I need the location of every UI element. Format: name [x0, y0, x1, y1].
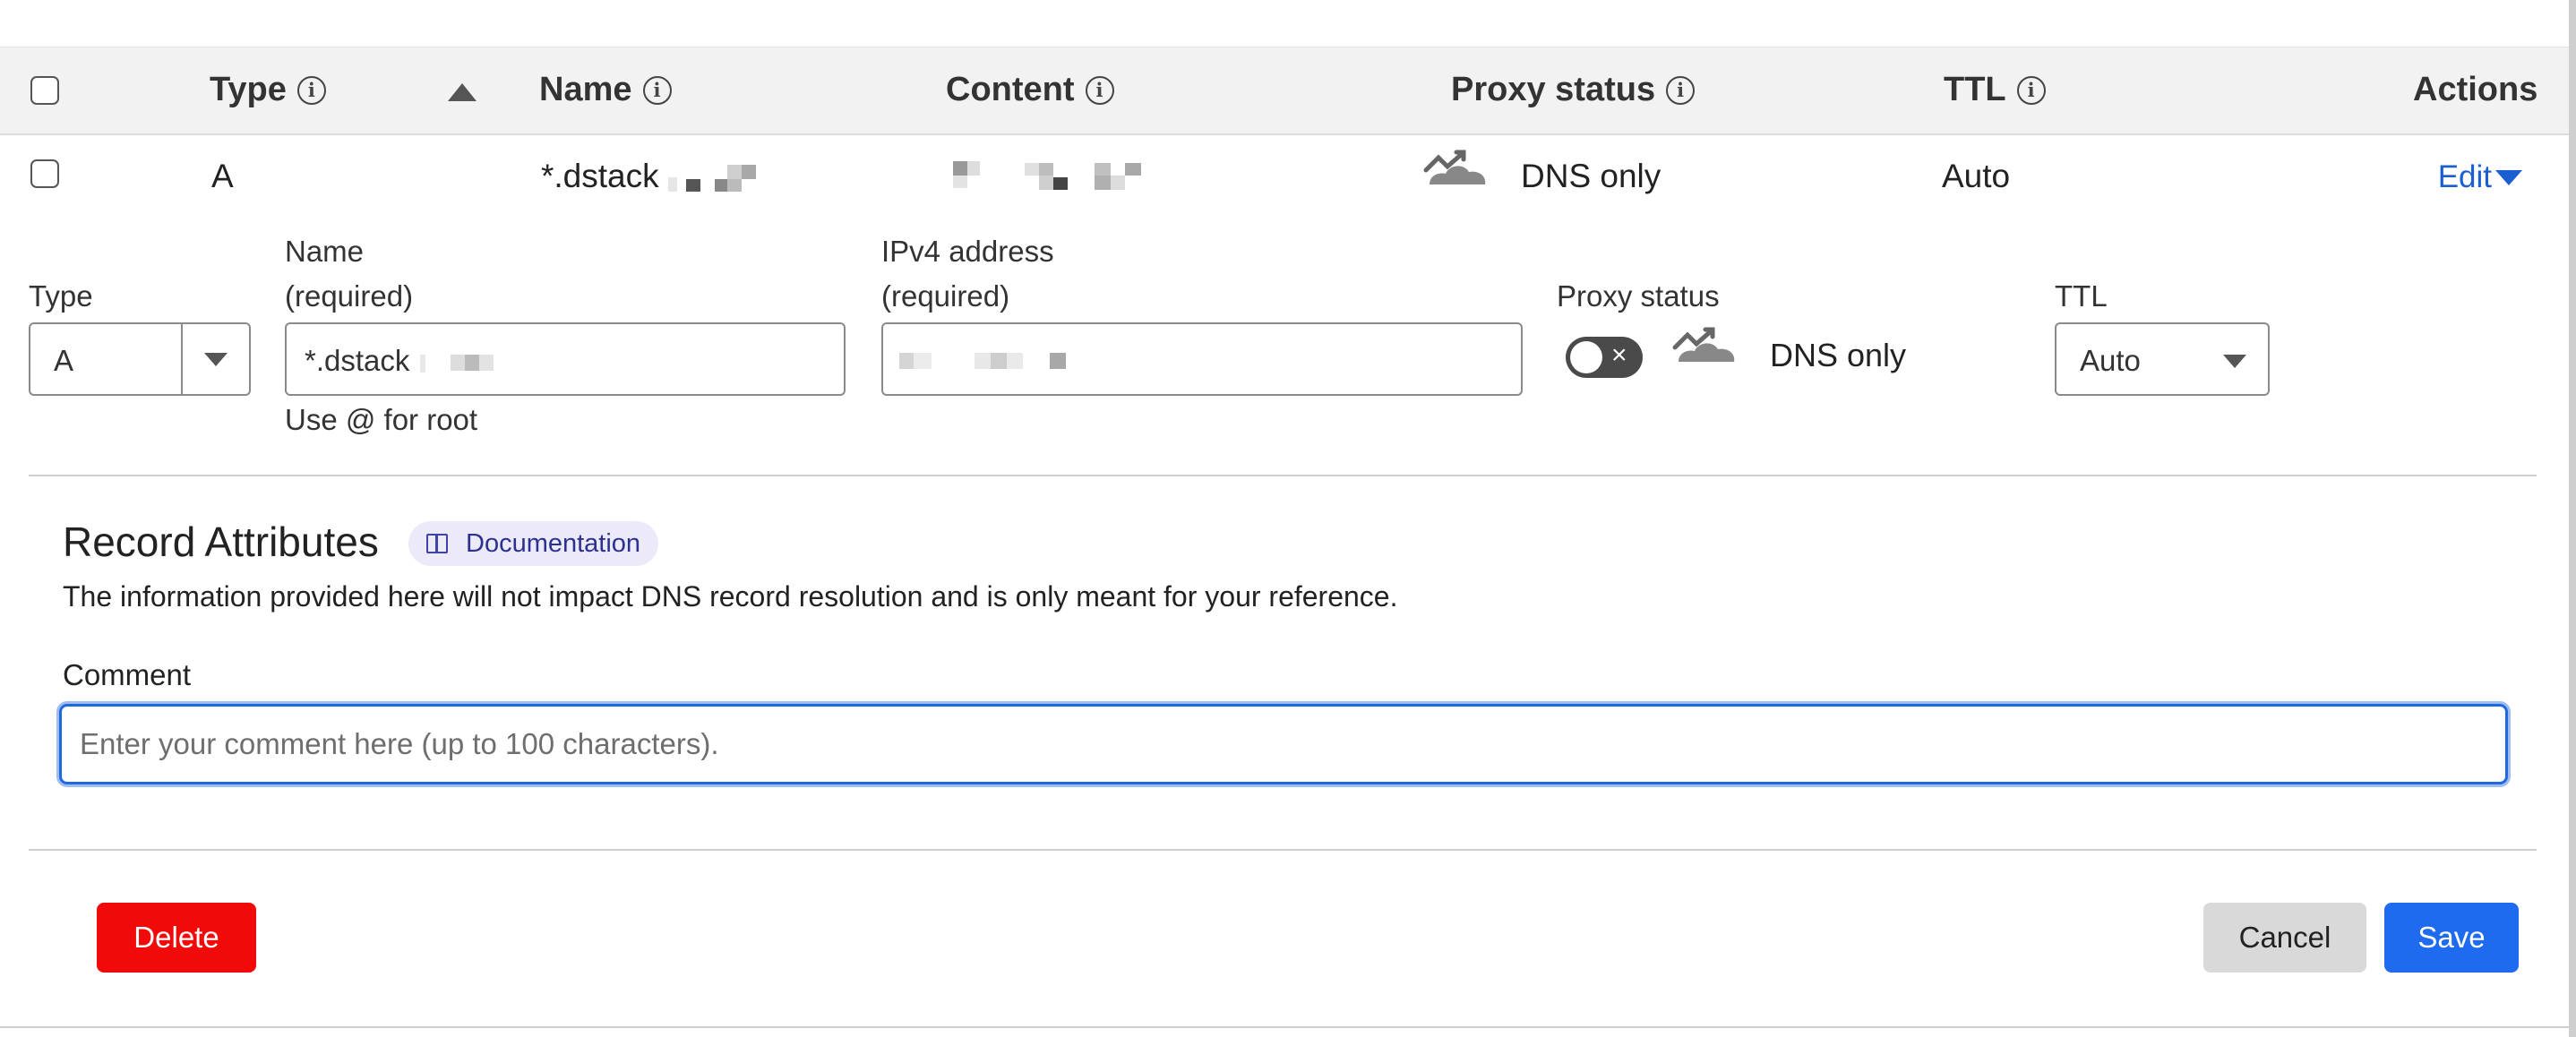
sort-ascending-icon[interactable] — [448, 83, 477, 101]
table-header: Type i Name i Content i Proxy status i T… — [0, 47, 2569, 135]
divider — [29, 475, 2537, 476]
ipv4-required-label: (required) — [881, 279, 1010, 313]
record-ttl: Auto — [1942, 158, 2011, 194]
proxy-status-label: Proxy status — [1557, 279, 1720, 313]
cancel-button[interactable]: Cancel — [2203, 903, 2366, 973]
window-edge — [2569, 0, 2576, 1037]
header-proxy-status[interactable]: Proxy status i — [1451, 71, 1696, 109]
redacted-pixelation — [953, 161, 1141, 191]
chevron-down-icon — [204, 353, 228, 366]
close-icon: × — [1611, 340, 1627, 370]
dns-only-cloud-icon — [1672, 327, 1735, 362]
type-label: Type — [29, 279, 93, 313]
redacted-pixelation — [419, 355, 494, 373]
header-ttl[interactable]: TTL i — [1944, 71, 2046, 109]
proxy-status-toggle[interactable]: × — [1566, 337, 1643, 378]
record-attributes-heading: Record Attributes — [63, 518, 379, 565]
ipv4-input[interactable] — [881, 322, 1523, 396]
record-type: A — [211, 158, 234, 194]
redacted-pixelation — [667, 165, 756, 193]
record-name: *.dstack — [541, 158, 785, 197]
info-icon[interactable]: i — [2016, 75, 2046, 105]
edit-toggle-link[interactable]: Edit — [2438, 159, 2522, 195]
header-content[interactable]: Content i — [946, 71, 1114, 109]
info-icon[interactable]: i — [296, 75, 326, 105]
name-label: Name — [285, 235, 365, 268]
name-required-label: (required) — [285, 279, 414, 313]
proxy-status-value: DNS only — [1770, 337, 1907, 373]
info-icon[interactable]: i — [1085, 75, 1114, 105]
delete-button[interactable]: Delete — [97, 903, 256, 973]
record-proxy-status: DNS only — [1521, 158, 1662, 194]
ttl-label: TTL — [2055, 279, 2108, 313]
select-all-checkbox[interactable] — [30, 76, 59, 105]
book-icon — [426, 534, 448, 553]
documentation-link[interactable]: Documentation — [408, 521, 659, 566]
comment-label: Comment — [63, 658, 192, 691]
bottom-border — [0, 1026, 2569, 1028]
ttl-select[interactable]: Auto — [2055, 322, 2270, 396]
chevron-down-icon — [2223, 355, 2246, 368]
type-select[interactable]: A — [29, 322, 251, 396]
table-row: A *.dstack DNS only Auto Edit — [0, 134, 2569, 217]
name-helper-text: Use @ for root — [285, 403, 478, 436]
info-icon[interactable]: i — [642, 75, 672, 105]
row-checkbox[interactable] — [30, 159, 59, 188]
info-icon[interactable]: i — [1666, 75, 1696, 105]
ipv4-label: IPv4 address — [881, 235, 1054, 268]
divider — [29, 849, 2537, 851]
record-content — [951, 158, 1157, 199]
dns-only-cloud-icon — [1423, 150, 1486, 184]
record-attributes-description: The information provided here will not i… — [63, 580, 1398, 613]
save-button[interactable]: Save — [2384, 903, 2519, 973]
redacted-pixelation — [899, 353, 1066, 369]
comment-input[interactable] — [59, 704, 2508, 784]
chevron-down-icon — [2495, 169, 2522, 185]
header-actions: Actions — [2413, 71, 2538, 108]
header-name[interactable]: Name i — [539, 71, 672, 109]
header-type[interactable]: Type i — [210, 71, 326, 109]
name-input[interactable]: *.dstack — [285, 322, 846, 396]
